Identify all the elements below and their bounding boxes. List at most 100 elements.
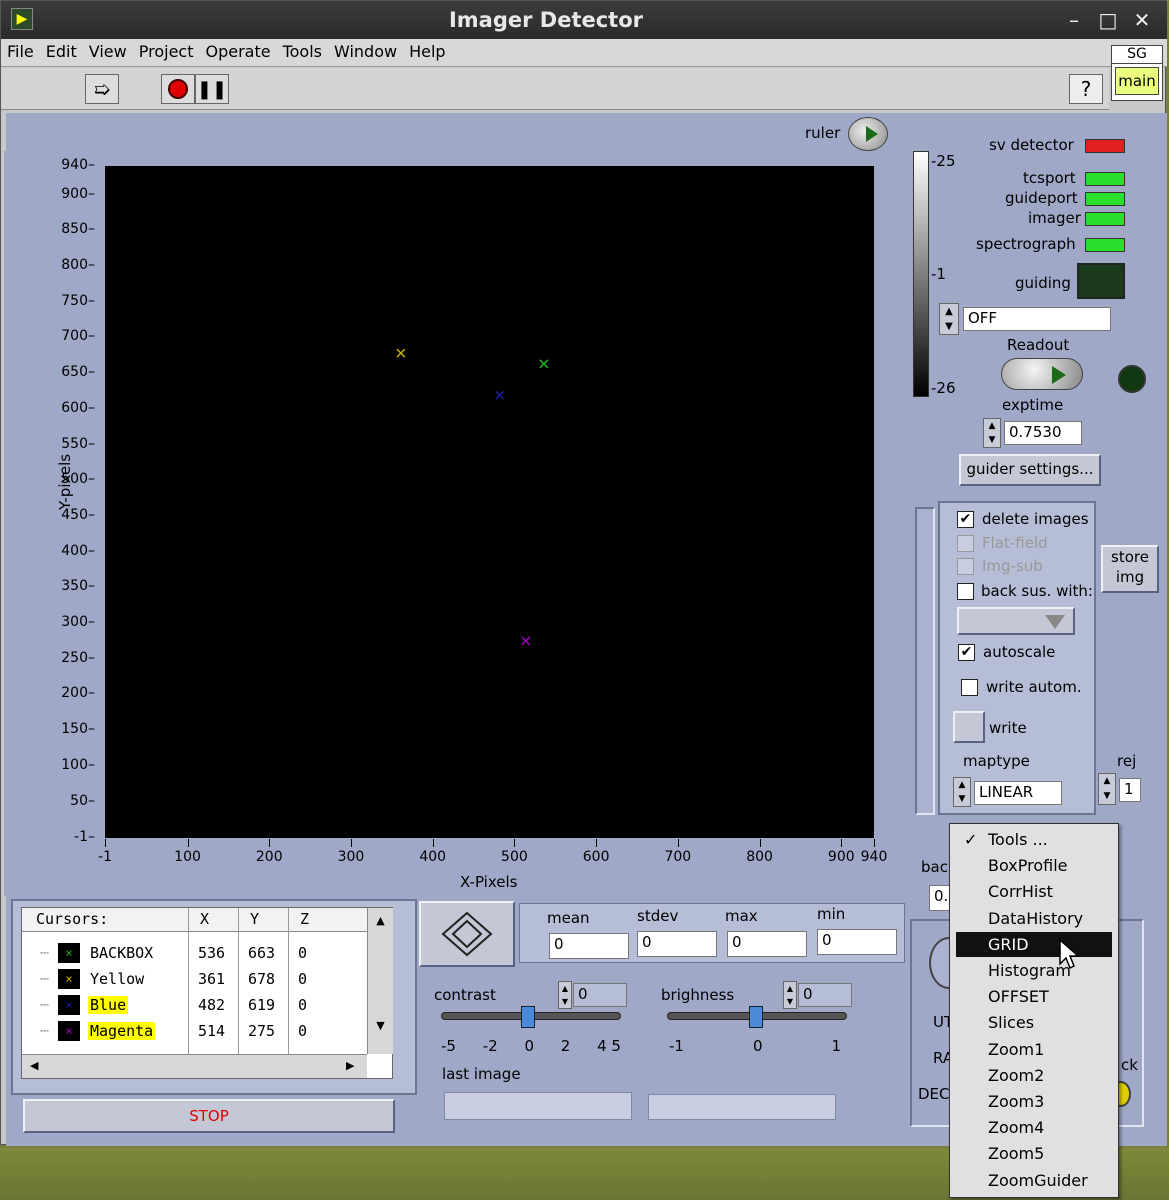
cursors-vscroll[interactable]: ▲ ▼	[367, 908, 393, 1054]
menu-view[interactable]: View	[83, 39, 133, 66]
dropdown-item-grid[interactable]: GRID	[956, 931, 1112, 957]
guiding-led	[1077, 263, 1125, 299]
dropdown-item-offset[interactable]: OFFSET	[956, 984, 1112, 1009]
menu-help[interactable]: Help	[403, 39, 451, 66]
menu-file[interactable]: File	[1, 39, 40, 66]
cursor-row[interactable]: ┄ × Yellow 361 678 0	[22, 966, 362, 992]
dropdown-item-boxprofile[interactable]: BoxProfile	[956, 853, 1112, 878]
menu-operate[interactable]: Operate	[199, 39, 276, 66]
back-sus-dropdown[interactable]	[957, 607, 1075, 635]
x-tick-mark	[874, 839, 875, 847]
rej-stepper[interactable]: ▲ ▼	[1098, 773, 1116, 805]
image-plot[interactable]	[105, 166, 874, 838]
write-label: write	[989, 719, 1027, 737]
rej-field[interactable]: 1	[1119, 778, 1141, 802]
dropdown-item-histogram[interactable]: Histogram	[956, 958, 1112, 983]
brightness-field[interactable]: 0	[798, 983, 852, 1007]
cursor-row[interactable]: ┄ × BACKBOX 536 663 0	[22, 940, 362, 966]
cursor-color-swatch[interactable]: ×	[58, 995, 80, 1015]
readout-button[interactable]	[1001, 358, 1083, 390]
dropdown-item-zoom4[interactable]: Zoom4	[956, 1115, 1112, 1140]
ruler-toggle[interactable]	[848, 117, 888, 151]
tools-dropdown-menu: ✓ Tools ... BoxProfile CorrHist DataHistory G…	[949, 823, 1119, 1198]
y-tick-label: 600–	[61, 399, 95, 416]
mean-field[interactable]: 0	[549, 933, 629, 959]
record-button[interactable]	[161, 74, 195, 104]
img-sub-checkbox[interactable]	[957, 558, 974, 575]
stop-button[interactable]: STOP	[23, 1099, 395, 1133]
mean-label: mean	[547, 909, 590, 927]
brightness-stepper[interactable]: ▲ ▼	[783, 981, 797, 1009]
contrast-stepper[interactable]: ▲ ▼	[558, 981, 572, 1009]
contrast-slider-thumb[interactable]	[521, 1006, 535, 1028]
scroll-up-icon[interactable]: ▲	[368, 914, 393, 927]
min-field[interactable]: 0	[817, 929, 897, 955]
cursors-hscroll[interactable]: ◀ ▶	[22, 1054, 367, 1078]
cursor-color-swatch[interactable]: ×	[58, 969, 80, 989]
menu-project[interactable]: Project	[133, 39, 200, 66]
scroll-left-icon[interactable]: ◀	[30, 1059, 38, 1072]
dropdown-item-zoom3[interactable]: Zoom3	[956, 1089, 1112, 1114]
last-image-field-2[interactable]	[648, 1094, 836, 1120]
delete-images-checkbox[interactable]: ✔	[957, 511, 974, 528]
exptime-stepper[interactable]: ▲ ▼	[983, 418, 1001, 448]
menu-tools[interactable]: Tools	[277, 39, 328, 66]
maptype-stepper[interactable]: ▲ ▼	[953, 777, 971, 807]
dropdown-item-datahistory[interactable]: DataHistory	[956, 906, 1112, 931]
dropdown-item-zoom1[interactable]: Zoom1	[956, 1037, 1112, 1062]
exptime-field[interactable]: 0.7530	[1004, 421, 1082, 445]
last-image-field[interactable]	[444, 1092, 632, 1120]
dropdown-item-zoom5[interactable]: Zoom5	[956, 1141, 1112, 1166]
autoscale-checkbox[interactable]: ✔	[958, 644, 975, 661]
scroll-right-icon[interactable]: ▶	[346, 1059, 354, 1072]
cursor-marker-yellow[interactable]	[396, 348, 406, 358]
dropdown-item-zoom2[interactable]: Zoom2	[956, 1063, 1112, 1088]
back-sus-checkbox[interactable]	[957, 583, 974, 600]
write-button[interactable]	[953, 711, 985, 743]
menu-window[interactable]: Window	[328, 39, 403, 66]
guiding-mode-field[interactable]: OFF	[963, 307, 1111, 331]
window-title: Imager Detector	[448, 8, 644, 32]
guideport-label: guideport	[1005, 189, 1078, 207]
run-arrow-button[interactable]: ➯	[85, 74, 119, 104]
title-bar[interactable]: ▶ Imager Detector – □ ✕	[1, 1, 1167, 39]
cursor-name: Yellow	[90, 970, 145, 988]
dropdown-item-corrhist[interactable]: CorrHist	[956, 879, 1112, 904]
stdev-field[interactable]: 0	[637, 931, 717, 957]
contrast-field[interactable]: 0	[573, 983, 627, 1007]
write-autom-checkbox[interactable]	[961, 679, 978, 696]
rej-label: rej	[1117, 752, 1137, 770]
dropdown-item-slices[interactable]: Slices	[956, 1010, 1112, 1035]
colorbar-mid-label: -1	[931, 265, 946, 283]
maptype-field[interactable]: LINEAR	[974, 781, 1062, 805]
main-button[interactable]: main	[1115, 67, 1159, 95]
y-tick-label: 550–	[61, 435, 95, 452]
maximize-button[interactable]: □	[1097, 9, 1119, 31]
minimize-button[interactable]: –	[1063, 9, 1085, 31]
dropdown-item-zoomguider[interactable]: ZoomGuider	[956, 1168, 1112, 1193]
max-field[interactable]: 0	[727, 931, 807, 957]
y-tick-label: -1–	[74, 829, 95, 845]
plot-markers	[396, 348, 549, 646]
dropdown-item-tools[interactable]: ✓ Tools ...	[956, 827, 1112, 852]
pause-button[interactable]: ❚❚	[195, 74, 229, 104]
cursor-row[interactable]: ┄ × Magenta 514 275 0	[22, 1018, 362, 1044]
help-button[interactable]: ?	[1069, 74, 1103, 104]
brightness-slider-thumb[interactable]	[749, 1006, 763, 1028]
cursor-marker-backbox[interactable]	[539, 359, 549, 369]
cursor-color-swatch[interactable]: ×	[58, 1021, 80, 1041]
scroll-down-icon[interactable]: ▼	[368, 1019, 393, 1032]
move-pad-button[interactable]	[419, 901, 515, 967]
guiding-stepper[interactable]: ▲ ▼	[939, 303, 959, 335]
cursor-row[interactable]: ┄ × Blue 482 619 0	[22, 992, 362, 1018]
cursor-marker-blue[interactable]	[495, 390, 505, 400]
menu-edit[interactable]: Edit	[40, 39, 83, 66]
x-tick-mark	[432, 839, 434, 847]
flat-field-checkbox[interactable]	[957, 535, 974, 552]
guider-settings-button[interactable]: guider settings...	[959, 454, 1101, 486]
cursor-marker-magenta[interactable]	[521, 636, 531, 646]
store-img-button[interactable]: store img	[1101, 545, 1159, 593]
close-button[interactable]: ✕	[1131, 9, 1153, 31]
cursor-color-swatch[interactable]: ×	[58, 943, 80, 963]
side-slider-track[interactable]	[915, 507, 935, 815]
